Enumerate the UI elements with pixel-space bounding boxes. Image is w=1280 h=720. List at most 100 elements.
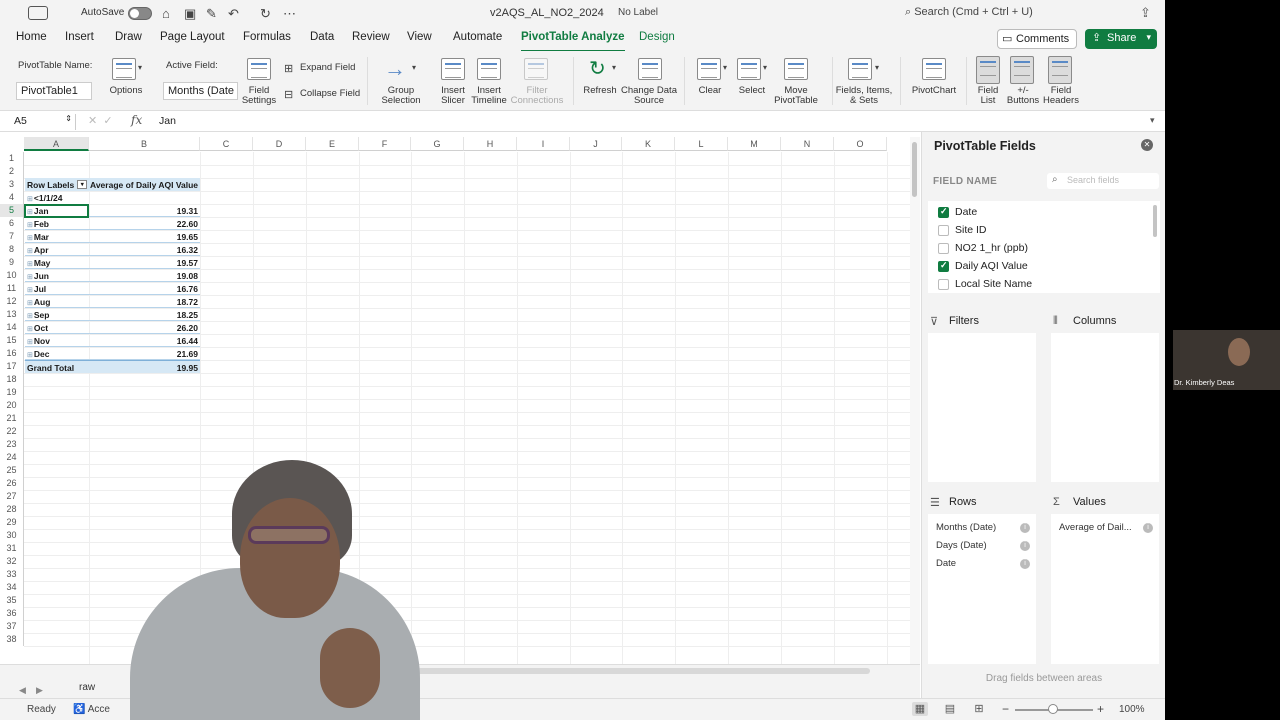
tab-insert[interactable]: Insert (65, 31, 94, 43)
row-header[interactable]: 36 (0, 607, 24, 620)
row-header[interactable]: 26 (0, 477, 24, 490)
row-header[interactable]: 32 (0, 555, 24, 568)
pivot-month-value[interactable]: 19.65 (88, 230, 200, 243)
expand-icon[interactable]: ⊞ (27, 313, 33, 320)
pivot-month-value[interactable]: 19.08 (88, 269, 200, 282)
row-header[interactable]: 3 (0, 178, 24, 191)
expand-formula-chevron-icon[interactable]: ▾ (1150, 115, 1155, 126)
expand-icon[interactable]: ⊞ (27, 300, 33, 307)
expand-icon[interactable]: ⊞ (27, 287, 33, 294)
close-icon[interactable]: ✕ (1141, 139, 1153, 151)
expand-icon[interactable]: ⊞ (27, 274, 33, 281)
scroll-thumb[interactable] (912, 142, 917, 197)
row-header[interactable]: 8 (0, 243, 24, 256)
expand-icon[interactable]: ⊞ (27, 339, 33, 346)
pivot-month-label[interactable]: ⊞Sep (25, 308, 88, 321)
column-header[interactable]: K (622, 137, 675, 151)
redo-icon[interactable]: ↻ (260, 6, 271, 22)
refresh-label[interactable]: Refresh (582, 86, 618, 96)
row-header[interactable]: 2 (0, 165, 24, 178)
tab-design[interactable]: Design (639, 31, 675, 43)
group-dropdown-icon[interactable]: ▾ (412, 63, 416, 72)
sensitivity-label[interactable]: No Label (618, 7, 658, 18)
expand-field-button[interactable]: Expand Field (300, 63, 355, 73)
row-header[interactable]: 16 (0, 347, 24, 360)
move-pivottable-label[interactable]: Move PivotTable (768, 86, 824, 106)
select-icon[interactable] (737, 58, 761, 80)
column-header[interactable]: A (24, 137, 89, 151)
pivotchart-label[interactable]: PivotChart (908, 86, 960, 96)
column-header[interactable]: F (359, 137, 411, 151)
column-header[interactable]: B (89, 137, 200, 151)
row-header[interactable]: 28 (0, 503, 24, 516)
row-header[interactable]: 29 (0, 516, 24, 529)
normal-view-icon[interactable]: ▦ (912, 702, 928, 716)
row-header[interactable]: 12 (0, 295, 24, 308)
search-fields-input[interactable]: ⌕ Search fields (1047, 173, 1159, 189)
change-data-source-label[interactable]: Change Data Source (620, 86, 678, 106)
clear-dropdown-icon[interactable]: ▾ (723, 63, 727, 72)
expand-icon[interactable]: ⊞ (27, 235, 33, 242)
value-header[interactable]: Average of Daily AQI Value (88, 178, 200, 191)
group-selection-label[interactable]: Group Selection (378, 86, 424, 106)
pivot-month-label[interactable]: ⊞May (25, 256, 88, 269)
pivotchart-icon[interactable] (922, 58, 946, 80)
expand-icon[interactable]: ⊞ (27, 261, 33, 268)
home-icon[interactable]: ⌂ (162, 6, 170, 21)
comments-button[interactable]: ▭ Comments (997, 29, 1077, 49)
pivot-month-label[interactable]: ⊞Jun (25, 269, 88, 282)
field-settings-label[interactable]: Field Settings (237, 86, 281, 106)
pivot-month-label[interactable]: ⊞Feb (25, 217, 88, 230)
row-header[interactable]: 13 (0, 308, 24, 321)
field-checkbox[interactable] (938, 243, 949, 254)
name-box-chevron-icon[interactable]: ⇕ (65, 114, 72, 123)
row-header[interactable]: 20 (0, 399, 24, 412)
row-labels-header[interactable]: Row Labels ▾ (25, 178, 88, 191)
page-break-view-icon[interactable]: ⊞ (971, 702, 987, 716)
tab-review[interactable]: Review (352, 31, 390, 43)
expand-icon[interactable]: ⊞ (27, 248, 33, 255)
tab-home[interactable]: Home (16, 31, 47, 43)
info-icon[interactable]: i (1020, 523, 1030, 533)
row-header[interactable]: 17 (0, 360, 24, 373)
move-pivottable-icon[interactable] (784, 58, 808, 80)
row-header[interactable]: 18 (0, 373, 24, 386)
fields-items-sets-label[interactable]: Fields, Items, & Sets (834, 86, 894, 106)
fx-icon[interactable]: fx (131, 113, 142, 127)
select-label[interactable]: Select (734, 86, 770, 96)
pivot-month-value[interactable]: 26.20 (88, 321, 200, 334)
pivot-month-value[interactable]: 18.25 (88, 308, 200, 321)
refresh-icon[interactable]: ↻ (589, 56, 606, 81)
filter-connections-label[interactable]: Filter Connections (510, 86, 564, 106)
column-header[interactable]: L (675, 137, 728, 151)
pivot-month-value[interactable]: 22.60 (88, 217, 200, 230)
field-headers-icon[interactable] (1048, 56, 1072, 84)
field-list-scrollbar[interactable] (1153, 205, 1157, 237)
pivot-month-label[interactable]: ⊞Mar (25, 230, 88, 243)
row-header[interactable]: 19 (0, 386, 24, 399)
undo-icon[interactable]: ↶ (228, 6, 239, 22)
field-list-label[interactable]: Field List (972, 86, 1004, 106)
row-header[interactable]: 14 (0, 321, 24, 334)
column-header[interactable]: D (253, 137, 306, 151)
zoom-level[interactable]: 100% (1119, 704, 1145, 715)
options-label[interactable]: Options (104, 86, 148, 96)
zoom-slider-knob[interactable] (1048, 704, 1058, 714)
field-headers-label[interactable]: Field Headers (1040, 86, 1082, 106)
row-header[interactable]: 22 (0, 425, 24, 438)
search-box[interactable]: ⌕ Search (Cmd + Ctrl + U) (905, 6, 1033, 19)
grand-total-value[interactable]: 19.95 (88, 360, 200, 373)
pivot-month-label[interactable]: ⊞Apr (25, 243, 88, 256)
rows-drop-area[interactable]: Months (Date) i Days (Date) i Date i (928, 514, 1036, 664)
row-header[interactable]: 6 (0, 217, 24, 230)
tab-pivottable-analyze[interactable]: PivotTable Analyze (521, 31, 625, 52)
expand-icon[interactable]: ⊞ (27, 352, 33, 359)
expand-icon[interactable]: ⊞ (27, 222, 33, 229)
row-header[interactable]: 21 (0, 412, 24, 425)
cancel-check-icons[interactable]: ✕ ✓ (88, 114, 113, 127)
field-checkbox[interactable] (938, 206, 949, 218)
row-header[interactable]: 5 (0, 204, 24, 217)
expand-icon[interactable]: ⊞ (27, 326, 33, 333)
pivot-month-value[interactable]: 21.69 (88, 347, 200, 360)
refresh-dropdown-icon[interactable]: ▾ (612, 63, 616, 72)
